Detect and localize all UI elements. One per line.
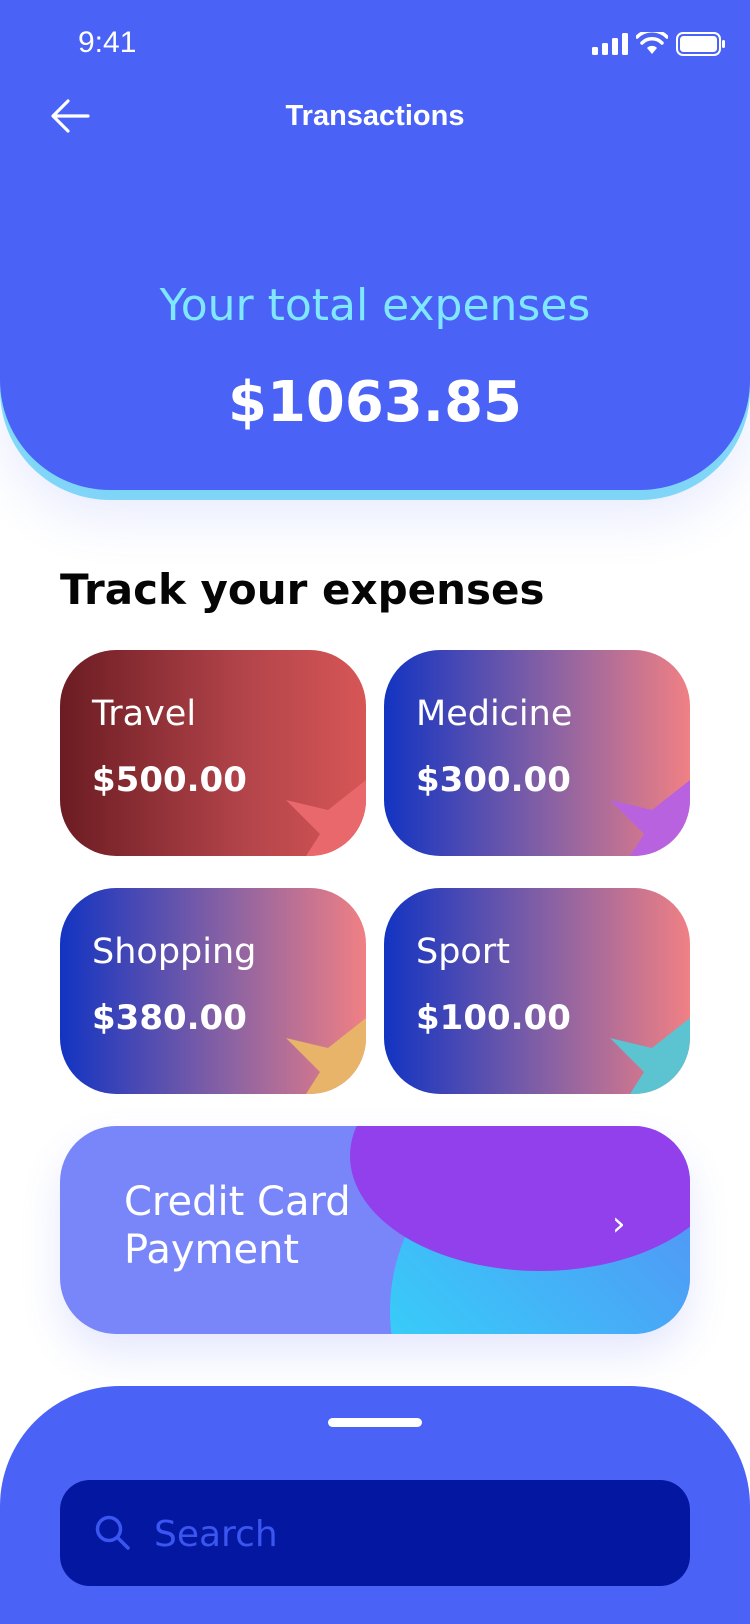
drag-handle[interactable]: [328, 1418, 422, 1427]
category-card-travel[interactable]: Travel $500.00: [60, 650, 366, 856]
category-card-medicine[interactable]: Medicine $300.00: [384, 650, 690, 856]
search-icon: [95, 1515, 130, 1550]
status-bar: 9:41: [0, 24, 750, 64]
credit-card-payment-button[interactable]: Credit Card Payment ›: [60, 1126, 690, 1334]
battery-icon: [676, 32, 725, 56]
star-decoration-icon: [286, 780, 366, 856]
total-expenses-label: Your total expenses: [159, 280, 591, 331]
category-name: Medicine: [416, 694, 573, 734]
status-time: 9:41: [78, 26, 137, 59]
category-amount: $500.00: [92, 760, 247, 800]
bottom-sheet: [0, 1386, 750, 1624]
credit-card-label: Credit Card Payment: [124, 1179, 351, 1273]
total-expenses-value: $1063.85: [227, 370, 523, 435]
nav-bar: Transactions: [0, 86, 750, 146]
section-title: Track your expenses: [60, 565, 545, 614]
chevron-right-icon: ›: [612, 1204, 626, 1244]
header: 9:41 Transactions Your total expenses $1…: [0, 0, 750, 500]
category-amount: $380.00: [92, 998, 247, 1038]
cellular-signal-icon: [592, 33, 628, 55]
category-name: Sport: [416, 932, 510, 972]
star-decoration-icon: [286, 1018, 366, 1094]
search-bar[interactable]: [60, 1480, 690, 1588]
category-name: Travel: [92, 694, 197, 734]
category-amount: $300.00: [416, 760, 571, 800]
star-decoration-icon: [610, 1018, 690, 1094]
category-card-shopping[interactable]: Shopping $380.00: [60, 888, 366, 1094]
wifi-icon: [636, 32, 668, 54]
status-icons: [592, 32, 726, 56]
category-card-sport[interactable]: Sport $100.00: [384, 888, 690, 1094]
category-name: Shopping: [92, 932, 257, 972]
category-amount: $100.00: [416, 998, 571, 1038]
page-title: Transactions: [285, 100, 465, 132]
search-input[interactable]: [152, 1480, 656, 1588]
star-decoration-icon: [610, 780, 690, 856]
